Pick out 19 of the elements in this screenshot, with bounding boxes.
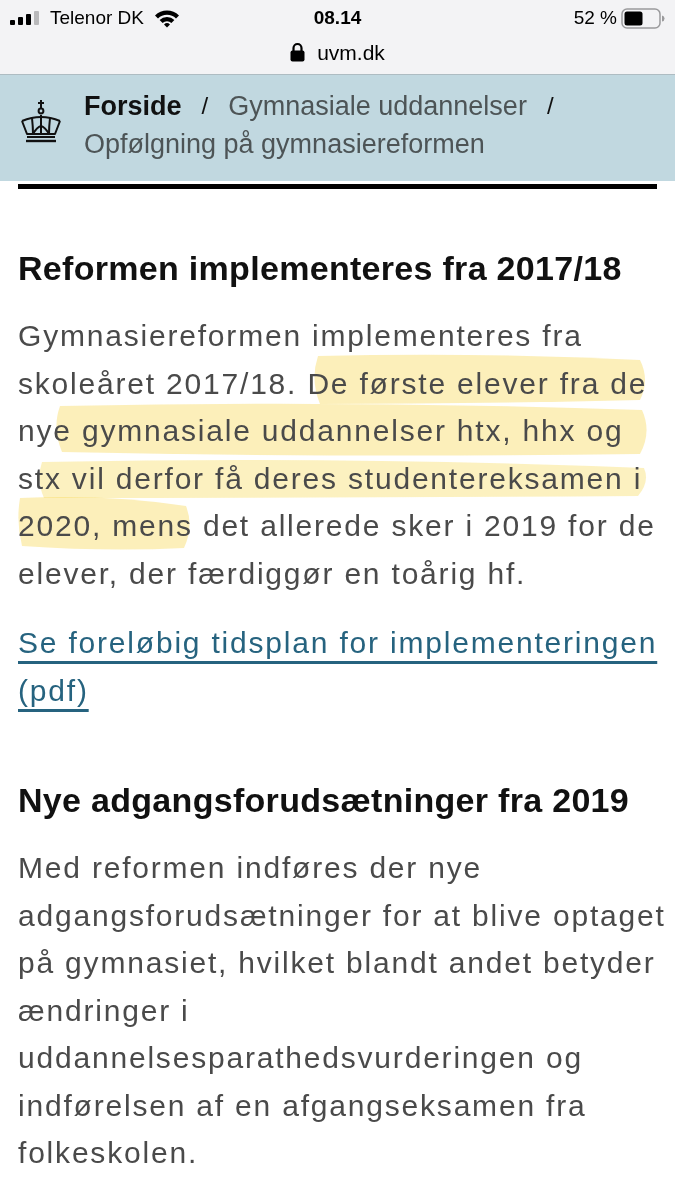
section-heading: Nye adgangsforudsætninger fra 2019: [18, 780, 631, 821]
wifi-icon: [154, 8, 180, 28]
url-text[interactable]: uvm.dk: [317, 36, 385, 68]
signal-icon: [10, 11, 40, 26]
battery-percentage: 52 %: [573, 6, 617, 30]
lock-icon: [290, 42, 306, 63]
section-heading: Reformen implementeres fra 2017/18: [18, 248, 623, 289]
battery-icon: [621, 7, 665, 29]
body-paragraph: Med reformen indføres der nye adgangsforudsætninger for at blive optaget på gymnasiet, hvilket blandt andet betyder ændringer i uddannelsesparathedsvurderingen og indførelsen af en afgangseksamen fra folkeskolen.: [18, 850, 667, 1171]
breadcrumb-separator: /: [201, 91, 209, 121]
pdf-link[interactable]: Se foreløbig tidsplan for implementeringen (pdf): [18, 619, 673, 715]
breadcrumb-link[interactable]: Gymnasiale uddannelser: [228, 87, 527, 125]
breadcrumb-link[interactable]: Forside: [84, 87, 182, 125]
clock-time: 08.14: [313, 6, 362, 30]
breadcrumb-current: Opfølgning på gymnasiereformen: [84, 128, 485, 161]
carrier-name: Telenor DK: [50, 6, 144, 30]
crown-icon[interactable]: [18, 99, 64, 145]
breadcrumb-separator: /: [546, 91, 554, 121]
body-paragraph: Gymnasiereformen implementeres fra skoleåret 2017/18. De første elever fra de nye gymnasiale uddannelser htx, hhx og stx vil derfor få deres studentereksamen i 2020, mens det allerede sker i 2019 for de elever, der færdiggør en toårig hf.: [18, 318, 657, 592]
